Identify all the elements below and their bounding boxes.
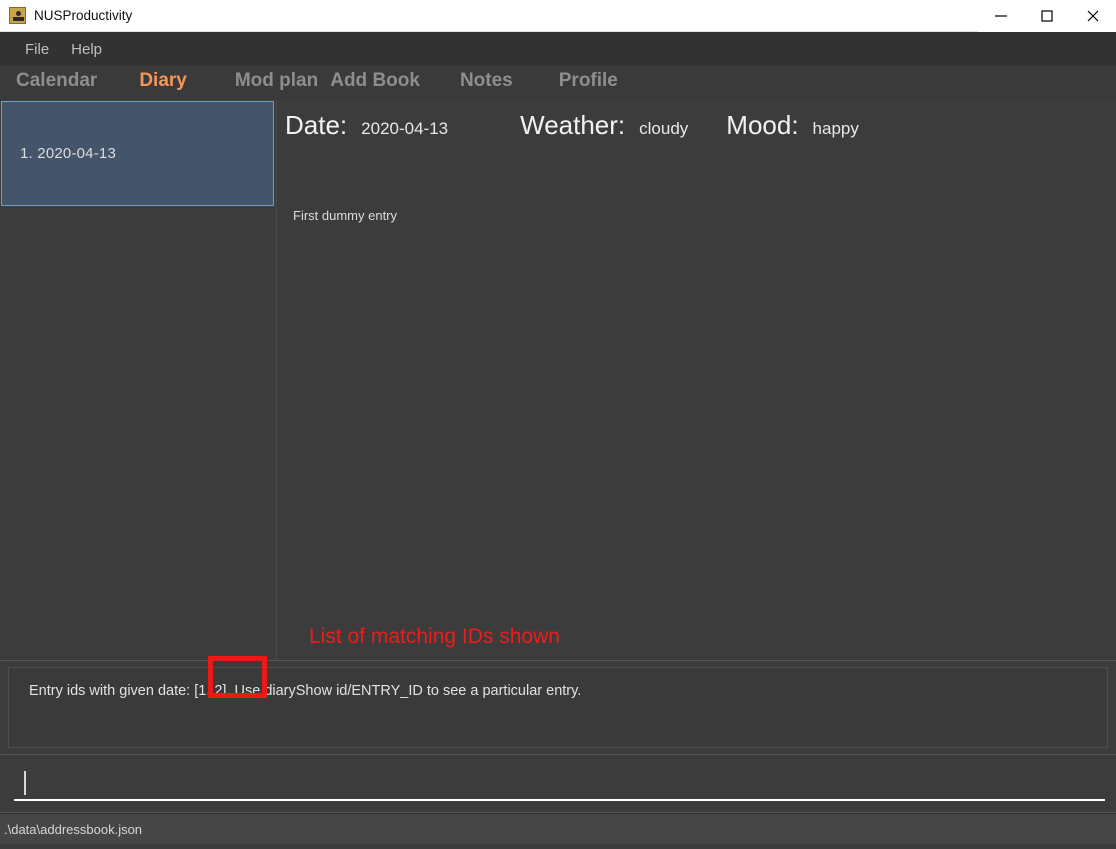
- menu-item-help[interactable]: Help: [60, 38, 113, 61]
- tab-mod-plan[interactable]: Mod plan: [235, 66, 318, 96]
- date-label: Date:: [285, 110, 348, 140]
- date-value: 2020-04-13: [361, 119, 449, 138]
- window-controls: [978, 0, 1116, 32]
- list-item[interactable]: 1. 2020-04-13: [1, 101, 274, 206]
- menu-bar: File Help: [0, 32, 1116, 66]
- mood-label: Mood:: [726, 110, 799, 140]
- diary-entry-body: First dummy entry: [293, 208, 398, 223]
- tab-notes[interactable]: Notes: [460, 66, 513, 96]
- diary-list-entry-label: 1. 2020-04-13: [20, 145, 117, 162]
- tab-calendar[interactable]: Calendar: [16, 66, 97, 96]
- close-button[interactable]: [1070, 0, 1116, 32]
- window-title: NUSProductivity: [34, 8, 133, 23]
- main-content: 1. 2020-04-13 Date: 2020-04-13 Weather: …: [0, 100, 1116, 660]
- status-bar: .\data\addressbook.json: [0, 813, 1116, 844]
- tab-diary[interactable]: Diary: [139, 66, 187, 96]
- tab-profile[interactable]: Profile: [559, 66, 618, 96]
- diary-entry-header: Date: 2020-04-13 Weather: cloudy Mood: h…: [277, 100, 1116, 141]
- maximize-icon: [1041, 9, 1053, 22]
- title-bar-left: NUSProductivity: [0, 7, 978, 24]
- minimize-icon: [995, 14, 1007, 17]
- minimize-button[interactable]: [978, 0, 1024, 32]
- tab-add-book[interactable]: Add Book: [330, 66, 420, 96]
- annotation-matching-ids: List of matching IDs shown: [309, 625, 560, 648]
- mood-value: happy: [812, 119, 859, 138]
- command-input[interactable]: [14, 767, 1105, 801]
- result-message: Entry ids with given date: [1, 2]. Use d…: [29, 683, 582, 699]
- menu-item-file[interactable]: File: [14, 38, 60, 61]
- close-icon: [1087, 10, 1099, 21]
- status-bar-file-path: .\data\addressbook.json: [4, 821, 143, 837]
- title-bar: NUSProductivity: [0, 0, 1116, 32]
- tab-bar: Calendar Diary Mod plan Add Book Notes P…: [0, 66, 1116, 100]
- text-caret: [24, 771, 26, 795]
- diary-list-panel: 1. 2020-04-13: [0, 100, 277, 660]
- diary-detail-panel: Date: 2020-04-13 Weather: cloudy Mood: h…: [277, 100, 1116, 660]
- app-icon: [9, 7, 26, 24]
- result-display-box: Entry ids with given date: [1, 2]. Use d…: [8, 656, 1108, 748]
- weather-value: cloudy: [639, 119, 689, 138]
- maximize-button[interactable]: [1024, 0, 1070, 32]
- weather-label: Weather:: [520, 110, 626, 140]
- result-display-container: Entry ids with given date: [1, 2]. Use d…: [0, 656, 1116, 755]
- command-input-container: [0, 755, 1116, 813]
